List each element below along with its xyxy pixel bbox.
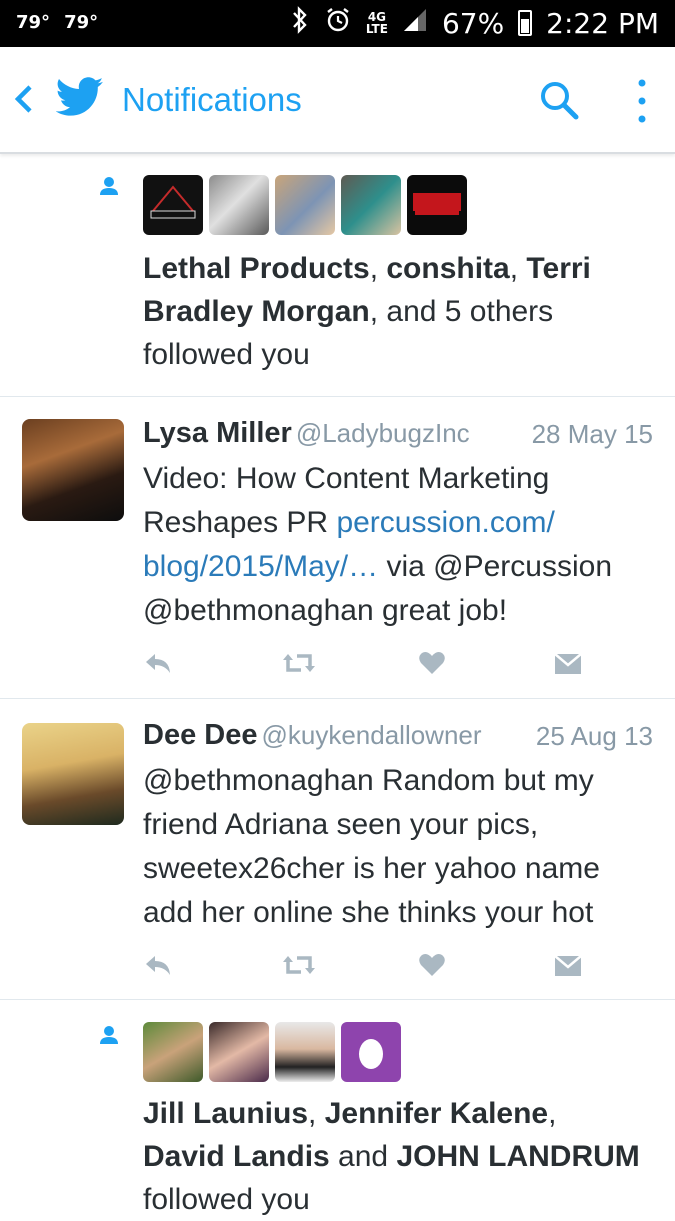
tweet-text: @bethmonaghan Random but my friend Adria… — [143, 764, 600, 929]
tweet-actions — [143, 650, 583, 680]
search-icon[interactable] — [538, 79, 580, 121]
follower-avatars — [143, 175, 467, 235]
like-icon[interactable] — [418, 952, 448, 978]
follower-name[interactable]: conshita — [386, 252, 509, 285]
author-handle[interactable]: @kuykendallowner — [261, 720, 481, 750]
tweet-header: Dee Dee @kuykendallowner 25 Aug 13 — [143, 719, 653, 752]
avatar[interactable] — [407, 175, 467, 235]
more-options-icon[interactable] — [632, 77, 652, 125]
connector: and — [329, 1140, 397, 1173]
status-temps: 79° 79° — [16, 12, 112, 33]
direct-message-icon[interactable] — [553, 952, 583, 978]
tweet-actions — [143, 952, 583, 982]
avatar[interactable] — [22, 723, 124, 825]
reply-icon[interactable] — [143, 650, 173, 676]
status-bar: 79° 79° 4G LTE 67% 2:22 PM — [0, 0, 675, 47]
reply-icon[interactable] — [143, 952, 173, 978]
twitter-logo-icon — [55, 77, 104, 117]
battery-percent: 67% — [441, 6, 505, 40]
like-icon[interactable] — [418, 650, 448, 676]
tweet-date: 25 Aug 13 — [535, 721, 653, 751]
status-right: 4G LTE 67% 2:22 PM — [290, 6, 659, 40]
follower-avatars — [143, 1022, 401, 1082]
separator: , — [548, 1097, 557, 1130]
separator: , — [308, 1097, 325, 1130]
battery-icon — [518, 10, 533, 36]
follow-text: Jill Launius, Jennifer Kalene, David Lan… — [143, 1092, 643, 1221]
temp-2: 79° — [64, 12, 99, 33]
follower-name[interactable]: Jennifer Kalene — [325, 1097, 548, 1130]
avatar[interactable] — [22, 419, 124, 521]
follow-notification[interactable]: Jill Launius, Jennifer Kalene, David Lan… — [0, 1000, 675, 1216]
tweet-text: Video: How Content Marketing Reshapes PR… — [143, 457, 658, 633]
person-icon — [98, 175, 120, 197]
page-title: Notifications — [122, 81, 302, 118]
clock: 2:22 PM — [546, 6, 659, 40]
direct-message-icon[interactable] — [553, 650, 583, 676]
author-name[interactable]: Lysa Miller — [143, 417, 292, 449]
retweet-icon[interactable] — [283, 952, 315, 978]
tweet[interactable]: Dee Dee @kuykendallowner 25 Aug 13 @bethm… — [0, 699, 675, 1000]
default-egg-icon — [359, 1039, 383, 1069]
follower-name[interactable]: David Landis — [143, 1140, 330, 1173]
avatar[interactable] — [143, 1022, 203, 1082]
author-handle[interactable]: @LadybugzInc — [296, 418, 470, 448]
retweet-icon[interactable] — [283, 650, 315, 676]
follow-notification[interactable]: Lethal Products, conshita, Terri Bradley… — [0, 155, 675, 397]
avatar[interactable] — [275, 1022, 335, 1082]
network-sublabel: LTE — [365, 22, 388, 36]
avatar[interactable] — [209, 175, 269, 235]
follower-name[interactable]: JOHN LANDRUM — [396, 1140, 639, 1173]
follower-name[interactable]: Lethal Products — [143, 252, 370, 285]
author-name[interactable]: Dee Dee — [143, 719, 257, 751]
avatar[interactable] — [209, 1022, 269, 1082]
network-indicator: 4G LTE — [366, 11, 388, 35]
tweet-header: Lysa Miller @LadybugzInc 28 May 15 — [143, 417, 653, 450]
follower-name[interactable]: Jill Launius — [143, 1097, 308, 1130]
avatar[interactable] — [143, 175, 203, 235]
bluetooth-icon — [290, 6, 310, 40]
back-icon[interactable] — [12, 81, 36, 117]
avatar[interactable] — [275, 175, 335, 235]
tweet[interactable]: Lysa Miller @LadybugzInc 28 May 15 Video:… — [0, 397, 675, 699]
follow-text: Lethal Products, conshita, Terri Bradley… — [143, 247, 643, 376]
app-bar: Notifications — [0, 47, 675, 154]
separator: , — [509, 252, 527, 285]
alarm-icon — [324, 6, 352, 40]
separator: , — [369, 252, 387, 285]
avatar[interactable] — [341, 175, 401, 235]
tweet-date: 28 May 15 — [531, 419, 653, 449]
person-icon — [98, 1024, 120, 1046]
signal-icon — [402, 7, 428, 39]
avatar[interactable] — [341, 1022, 401, 1082]
temp-1: 79° — [16, 12, 51, 33]
